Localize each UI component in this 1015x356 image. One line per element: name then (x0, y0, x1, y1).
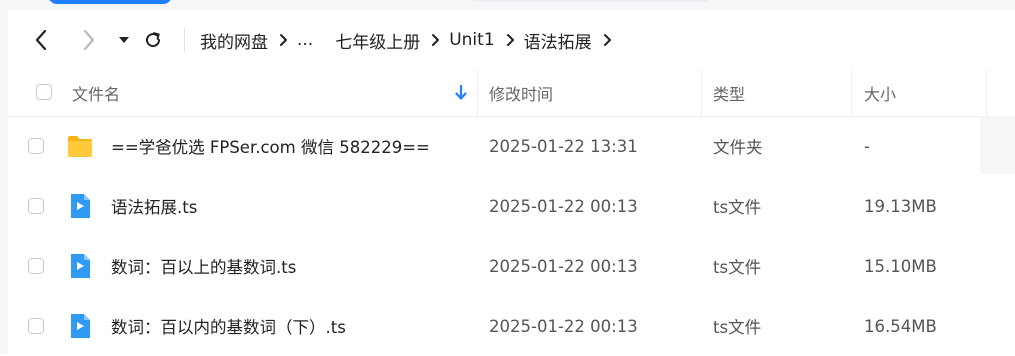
column-divider[interactable] (477, 70, 478, 116)
file-name[interactable]: 数词：百以内的基数词（下）.ts (111, 296, 346, 356)
file-size: 19.13MB (864, 196, 937, 216)
file-size: 15.10MB (864, 256, 937, 276)
chevron-right-icon (506, 33, 515, 47)
column-header-name[interactable]: 文件名 (72, 70, 120, 116)
file-size: - (864, 136, 870, 156)
upload-button[interactable] (48, 0, 172, 4)
video-file-icon (71, 194, 90, 218)
file-table-header: 文件名 修改时间 类型 大小 (8, 70, 1015, 117)
select-all-checkbox[interactable] (36, 84, 52, 100)
file-modified-time: 2025-01-22 00:13 (489, 316, 638, 336)
top-strip (0, 0, 1015, 10)
row-checkbox[interactable] (28, 258, 44, 274)
file-name[interactable]: ==学爸优选 FPSer.com 微信 582229== (111, 116, 430, 176)
column-header-modified[interactable]: 修改时间 (489, 70, 553, 116)
chevron-right-icon (83, 29, 95, 51)
left-edge (0, 10, 8, 354)
video-file-icon (71, 314, 90, 338)
file-type: ts文件 (713, 258, 762, 277)
file-type: ts文件 (713, 198, 762, 217)
file-name[interactable]: 数词：百以上的基数词.ts (111, 236, 296, 296)
chevron-right-icon (279, 33, 288, 47)
breadcrumb-item-grade[interactable]: 七年级上册 (335, 28, 420, 53)
breadcrumb-item-current[interactable]: 语法拓展 (524, 28, 592, 53)
sort-arrow-down-icon[interactable] (454, 84, 468, 102)
breadcrumb: 我的网盘 ... 七年级上册 Unit1 语法拓展 (200, 10, 621, 70)
table-row[interactable]: 数词：百以内的基数词（下）.ts 2025-01-22 00:13 ts文件 1… (8, 296, 1015, 356)
row-checkbox[interactable] (28, 198, 44, 214)
file-size: 16.54MB (864, 316, 937, 336)
folder-icon (68, 136, 92, 157)
column-divider[interactable] (851, 70, 852, 116)
forward-button[interactable] (74, 26, 102, 54)
column-header-size[interactable]: 大小 (864, 70, 896, 116)
refresh-icon (146, 32, 161, 48)
chevron-left-icon (35, 29, 47, 51)
column-header-type[interactable]: 类型 (713, 70, 745, 116)
file-type: ts文件 (713, 318, 762, 337)
file-type: 文件夹 (713, 138, 763, 157)
row-checkbox[interactable] (28, 138, 44, 154)
search-bar[interactable] (470, 0, 710, 2)
caret-down-icon (119, 37, 129, 43)
breadcrumb-item-root[interactable]: 我的网盘 (200, 28, 268, 53)
file-modified-time: 2025-01-22 13:31 (489, 136, 638, 156)
chevron-right-icon (603, 33, 612, 47)
breadcrumb-item-ellipsis[interactable]: ... (297, 30, 313, 50)
breadcrumb-item-unit[interactable]: Unit1 (449, 30, 494, 50)
file-modified-time: 2025-01-22 00:13 (489, 256, 638, 276)
table-row[interactable]: 语法拓展.ts 2025-01-22 00:13 ts文件 19.13MB (8, 176, 1015, 236)
chevron-right-icon (431, 33, 440, 47)
refresh-button[interactable] (139, 26, 167, 54)
row-checkbox[interactable] (28, 318, 44, 334)
history-dropdown-button[interactable] (110, 26, 138, 54)
nav-divider (184, 28, 185, 52)
file-modified-time: 2025-01-22 00:13 (489, 196, 638, 216)
navigation-bar: 我的网盘 ... 七年级上册 Unit1 语法拓展 (8, 10, 1015, 70)
column-divider[interactable] (986, 70, 987, 116)
table-row[interactable]: ==学爸优选 FPSer.com 微信 582229== 2025-01-22 … (8, 116, 1015, 176)
back-button[interactable] (28, 26, 56, 54)
file-name[interactable]: 语法拓展.ts (111, 176, 197, 236)
video-file-icon (71, 254, 90, 278)
column-divider[interactable] (701, 70, 702, 116)
table-row[interactable]: 数词：百以上的基数词.ts 2025-01-22 00:13 ts文件 15.1… (8, 236, 1015, 296)
